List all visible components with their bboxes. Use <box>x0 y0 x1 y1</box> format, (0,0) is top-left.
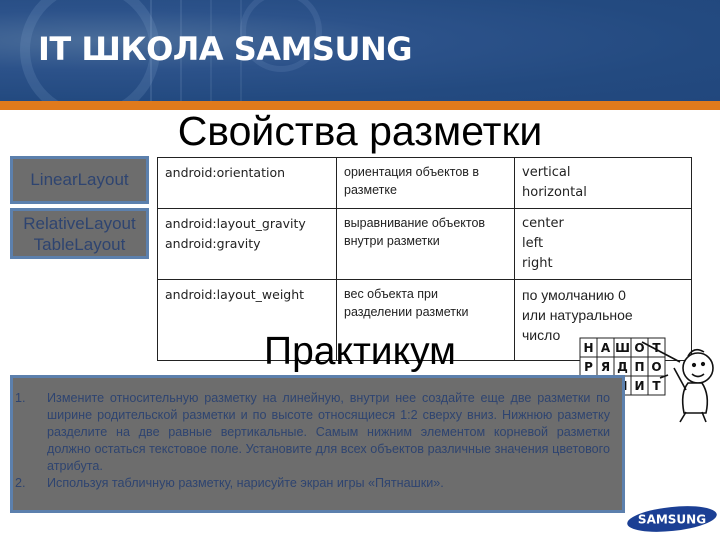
task-text: Измените относительную разметку на линей… <box>47 391 610 473</box>
practice-tasks-box: 1. Измените относительную разметку на ли… <box>10 375 625 513</box>
grid-letter: Ш <box>615 341 630 355</box>
grid-letter: Т <box>652 379 661 393</box>
header-title: IT ШКОЛА SAMSUNG <box>38 30 412 68</box>
description-cell: выравнивание объектов внутри разметки <box>336 208 515 280</box>
samsung-logo: SAMSUNG <box>627 506 717 532</box>
header-banner: IT ШКОЛА SAMSUNG <box>0 0 720 101</box>
task-item: 2. Используя табличную разметку, нарисуй… <box>13 475 616 492</box>
grid-letter: Р <box>584 360 593 374</box>
layout-label: RelativeLayout <box>23 213 136 233</box>
layout-label: LinearLayout <box>30 170 129 189</box>
value-item: left <box>522 236 544 251</box>
slide-title: Свойства разметки <box>177 108 543 154</box>
attribute-name: android:layout_weight <box>165 287 305 302</box>
task-item: 1. Измените относительную разметку на ли… <box>13 390 616 475</box>
attribute-cell: android:orientation <box>157 157 337 209</box>
value-item: right <box>522 256 553 271</box>
task-number: 2. <box>15 476 26 490</box>
grid-letter: И <box>634 379 644 393</box>
task-number: 1. <box>15 391 26 405</box>
value-item: по умолчанию 0 <box>522 287 626 303</box>
logo-text: SAMSUNG <box>638 513 706 527</box>
task-text: Используя табличную разметку, нарисуйте … <box>47 476 444 490</box>
description-cell: ориентация объектов в разметке <box>336 157 515 209</box>
grid-letter: О <box>651 360 661 374</box>
values-cell: vertical horizontal <box>514 157 692 209</box>
grid-letter: П <box>634 360 644 374</box>
linear-layout-box: LinearLayout <box>10 156 149 204</box>
task-list: 1. Измените относительную разметку на ли… <box>13 390 616 492</box>
values-cell: center left right <box>514 208 692 280</box>
value-item: horizontal <box>522 185 587 200</box>
attribute-name: android:gravity <box>165 236 261 251</box>
grid-letter: Д <box>617 360 628 374</box>
grid-letter: Н <box>583 341 593 355</box>
attribute-cell: android:layout_gravity android:gravity <box>157 208 337 280</box>
layout-label: TableLayout <box>33 234 126 254</box>
table-row: android:orientation ориентация объектов … <box>157 157 692 209</box>
value-item: center <box>522 216 564 231</box>
value-item: vertical <box>522 165 571 180</box>
grid-letter: Я <box>601 360 610 374</box>
table-row: android:layout_gravity android:gravity в… <box>157 208 692 280</box>
grid-letter: А <box>601 341 611 355</box>
relative-table-layout-box: RelativeLayout TableLayout <box>10 208 149 259</box>
attribute-name: android:layout_gravity <box>165 216 306 231</box>
attribute-name: android:orientation <box>165 165 286 180</box>
